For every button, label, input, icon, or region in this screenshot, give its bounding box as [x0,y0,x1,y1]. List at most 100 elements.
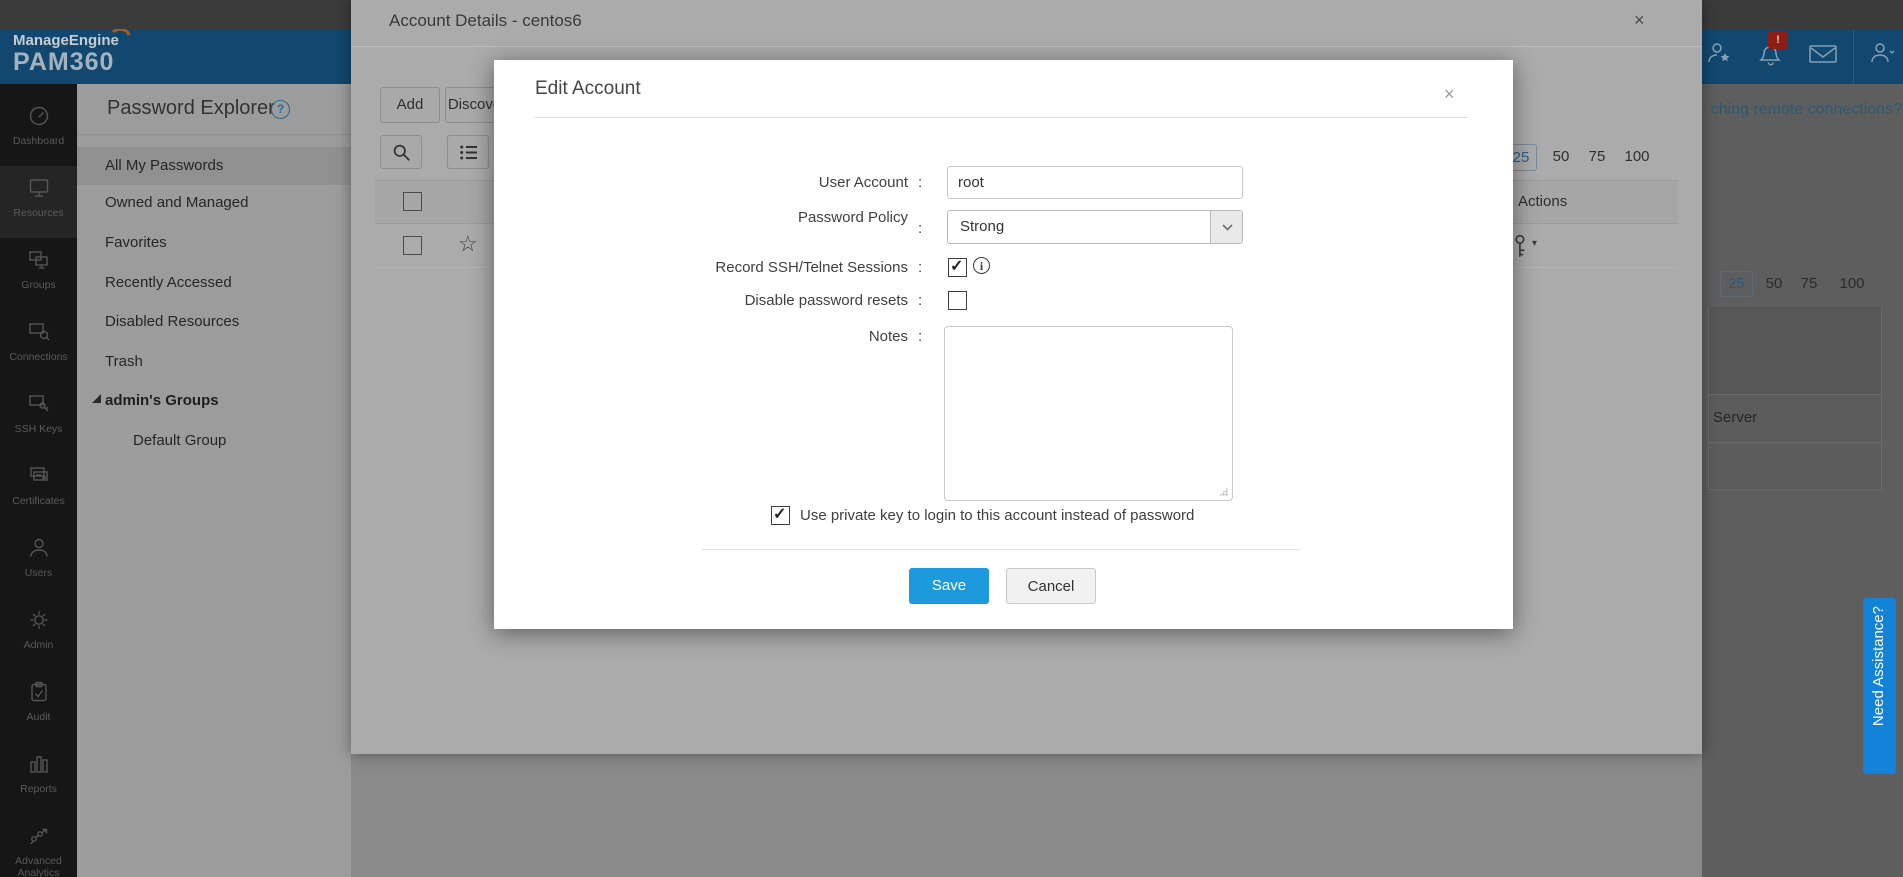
record-ssh-checkbox[interactable]: ✓ [948,258,967,277]
logo[interactable]: ManageEngine PAM360 [13,29,213,83]
list-icon [459,145,477,160]
close-icon[interactable]: × [1634,10,1645,31]
table-header-row [1709,307,1881,395]
app-root: ManageEngine PAM360 ! Dashboard Resource… [0,0,1903,877]
table-cell-resource-type: Server [1713,409,1758,426]
user-menu-icon[interactable] [1868,41,1896,65]
explorer-item-default-group[interactable]: Default Group [133,432,226,449]
certificates-icon [29,467,48,481]
ssh-keys-icon [28,395,48,412]
colon: : [918,220,923,237]
colon: : [918,174,923,191]
info-icon[interactable]: i [973,257,990,274]
search-icon [393,144,410,161]
sidebar-item-groups[interactable]: Groups [0,238,77,310]
table-row[interactable]: Server [1709,395,1881,443]
disable-resets-label: Disable password resets [744,292,908,309]
user-account-input[interactable] [947,166,1243,199]
explorer-item-disabled-resources[interactable]: Disabled Resources [105,313,239,330]
ribbon-label: Need Assistance? [1870,606,1887,727]
sidebar-item-reports[interactable]: Reports [0,742,77,814]
users-icon [29,538,48,557]
save-button[interactable]: Save [909,568,989,604]
advanced-analytics-icon [29,828,47,845]
private-key-checkbox[interactable]: ✓ [771,506,790,525]
dialog-page-size-50[interactable]: 50 [1548,148,1574,165]
admin-gear-icon [30,611,47,629]
sidebar-item-dashboard[interactable]: Dashboard [0,94,77,166]
sidebar-item-resources[interactable]: Resources [0,166,77,238]
password-policy-value: Strong [960,218,1005,235]
brand-pam360: PAM360 [13,48,115,76]
explorer-item-owned-and-managed[interactable]: Owned and Managed [105,194,248,211]
dialog-divider [351,46,1702,47]
private-key-label: Use private key to login to this account… [800,507,1195,524]
notes-textarea[interactable] [944,326,1233,501]
explorer-item-all-my-passwords[interactable]: All My Passwords [105,157,223,174]
help-icon[interactable]: ? [271,100,290,119]
cancel-button[interactable]: Cancel [1006,568,1096,604]
page-size-75[interactable]: 75 [1796,275,1822,292]
brand-swoosh-icon [111,29,131,36]
page-size-100[interactable]: 100 [1834,275,1870,292]
edit-account-modal: Edit Account × User Account : Password P… [494,60,1513,629]
sidebar: Dashboard Resources Groups Connections S… [0,84,77,877]
dialog-page-size-75[interactable]: 75 [1584,148,1610,165]
mail-icon[interactable] [1808,44,1838,64]
sidebar-item-users[interactable]: Users [0,526,77,598]
need-assistance-ribbon[interactable]: Need Assistance? [1863,598,1896,774]
row-checkbox[interactable] [403,236,422,255]
brand-manageengine: ManageEngine [13,32,119,49]
dialog-title: Account Details - centos6 [389,11,582,30]
remote-connections-link[interactable]: ching remote connections? [1690,101,1902,119]
dialog-page-size-100[interactable]: 100 [1619,148,1655,165]
key-dropdown-caret-icon[interactable]: ▾ [1532,238,1537,249]
page-size-25[interactable]: 25 [1720,271,1753,297]
colon: : [918,259,923,276]
search-button[interactable] [380,135,422,169]
table-row[interactable] [1709,443,1881,490]
sidebar-item-connections[interactable]: Connections [0,310,77,382]
explorer-item-recently-accessed[interactable]: Recently Accessed [105,274,232,291]
connections-icon [28,323,49,341]
password-key-icon[interactable] [1513,234,1529,260]
explorer-group-admins-groups[interactable]: admin's Groups [105,392,219,409]
resources-table: Server [1708,307,1882,490]
resources-monitor-icon [29,179,48,197]
password-policy-label: Password Policy [797,209,908,226]
explorer-item-trash[interactable]: Trash [105,353,143,370]
close-icon[interactable]: × [1444,84,1455,105]
notification-badge: ! [1768,31,1788,49]
panel-divider [77,134,351,135]
password-policy-select[interactable]: Strong [947,210,1243,244]
modal-title: Edit Account [535,78,641,99]
reports-chart-icon [29,756,48,773]
user-account-label: User Account [818,174,908,191]
check-icon: ✓ [950,258,964,275]
notes-label: Notes [868,328,908,345]
list-view-button[interactable] [447,135,489,169]
page-size-50[interactable]: 50 [1761,275,1787,292]
select-all-checkbox[interactable] [403,192,422,211]
colon: : [918,292,923,309]
colon: : [918,328,923,345]
dashboard-gauge-icon [29,106,48,126]
group-expand-icon[interactable] [92,394,101,403]
footer-divider [702,549,1300,550]
chevron-down-icon [1222,224,1233,231]
disable-resets-checkbox[interactable] [948,291,967,310]
sidebar-item-audit[interactable]: Audit [0,670,77,742]
add-button[interactable]: Add [380,87,440,123]
sidebar-item-admin[interactable]: Admin [0,598,77,670]
favorite-star-icon[interactable]: ☆ [458,233,478,255]
check-icon: ✓ [773,506,787,523]
header-divider [1853,30,1854,84]
modal-divider [535,117,1468,118]
sidebar-item-advanced-analytics[interactable]: Advanced Analytics [0,814,77,877]
actions-column-header: Actions [1518,193,1568,210]
user-star-icon[interactable] [1706,41,1736,65]
explorer-item-favorites[interactable]: Favorites [105,234,167,251]
sidebar-item-ssh-keys[interactable]: SSH Keys [0,382,77,454]
sidebar-item-certificates[interactable]: Certificates [0,454,77,526]
select-arrow-button[interactable] [1210,211,1242,243]
